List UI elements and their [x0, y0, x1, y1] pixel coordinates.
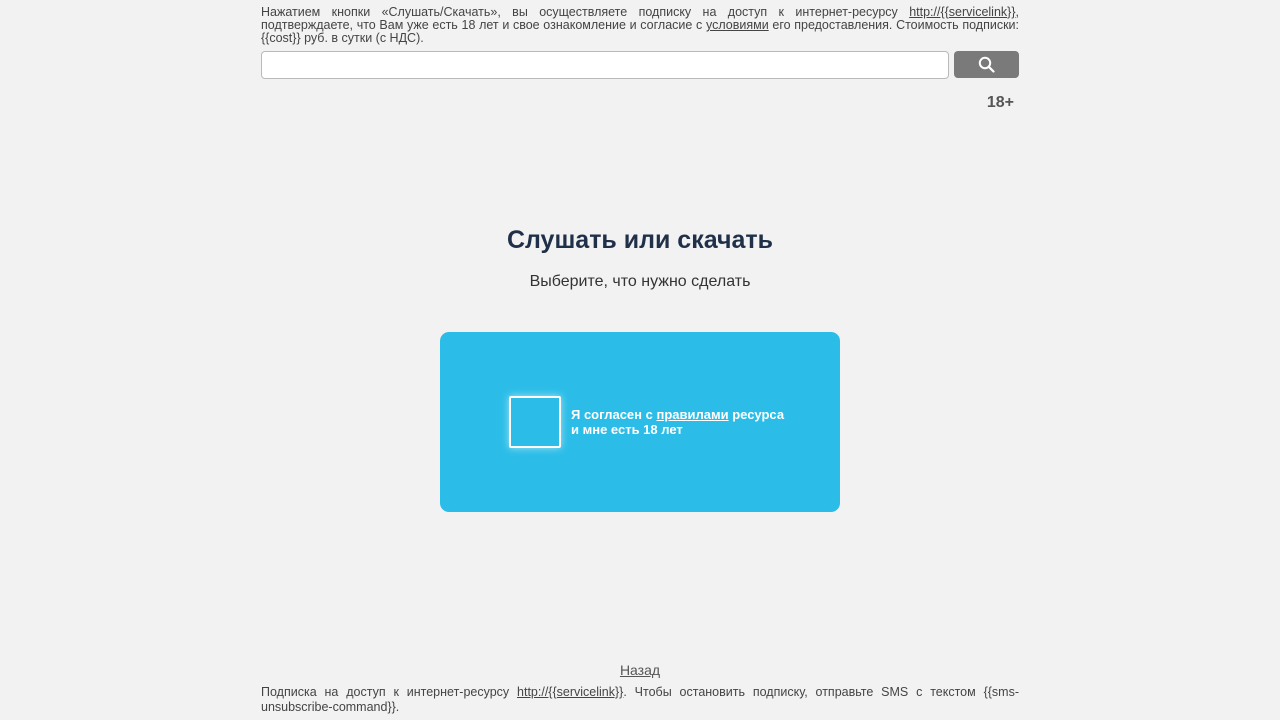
page-container: Нажатием кнопки «Слушать/Скачать», вы ос…	[261, 0, 1019, 720]
back-link-row: Назад	[261, 662, 1019, 678]
page-subtitle: Выберите, что нужно сделать	[529, 273, 751, 290]
search-button[interactable]	[954, 51, 1019, 78]
back-link[interactable]: Назад	[620, 662, 660, 678]
page-title: Слушать или скачать	[506, 226, 774, 254]
agree-checkbox[interactable]	[509, 396, 561, 448]
subscription-disclaimer: Нажатием кнопки «Слушать/Скачать», вы ос…	[261, 6, 1019, 45]
disclaimer-text-1: Нажатием кнопки «Слушать/Скачать», вы ос…	[261, 5, 910, 19]
agree-text-2: ресурса	[728, 407, 785, 422]
footer-disclaimer: Подписка на доступ к интернет-ресурсу ht…	[261, 685, 1019, 715]
age-rating-badge: 18+	[986, 94, 1014, 111]
service-link[interactable]: http://{{servicelink}}	[909, 5, 1015, 19]
agree-label: Я согласен с правилами ресурса и мне ест…	[571, 407, 801, 437]
search-bar	[261, 51, 1019, 79]
agree-text-3: и мне есть 18 лет	[571, 422, 683, 437]
search-icon	[978, 56, 995, 73]
footer-service-link[interactable]: http://{{servicelink}}	[517, 685, 623, 699]
footer-text-1: Подписка на доступ к интернет-ресурсу	[261, 685, 518, 699]
rules-link[interactable]: правилами	[656, 407, 728, 422]
agree-text-1: Я согласен с	[571, 407, 657, 422]
terms-link[interactable]: условиями	[706, 18, 769, 32]
agreement-card: Я согласен с правилами ресурса и мне ест…	[440, 332, 840, 512]
search-input[interactable]	[261, 51, 949, 79]
